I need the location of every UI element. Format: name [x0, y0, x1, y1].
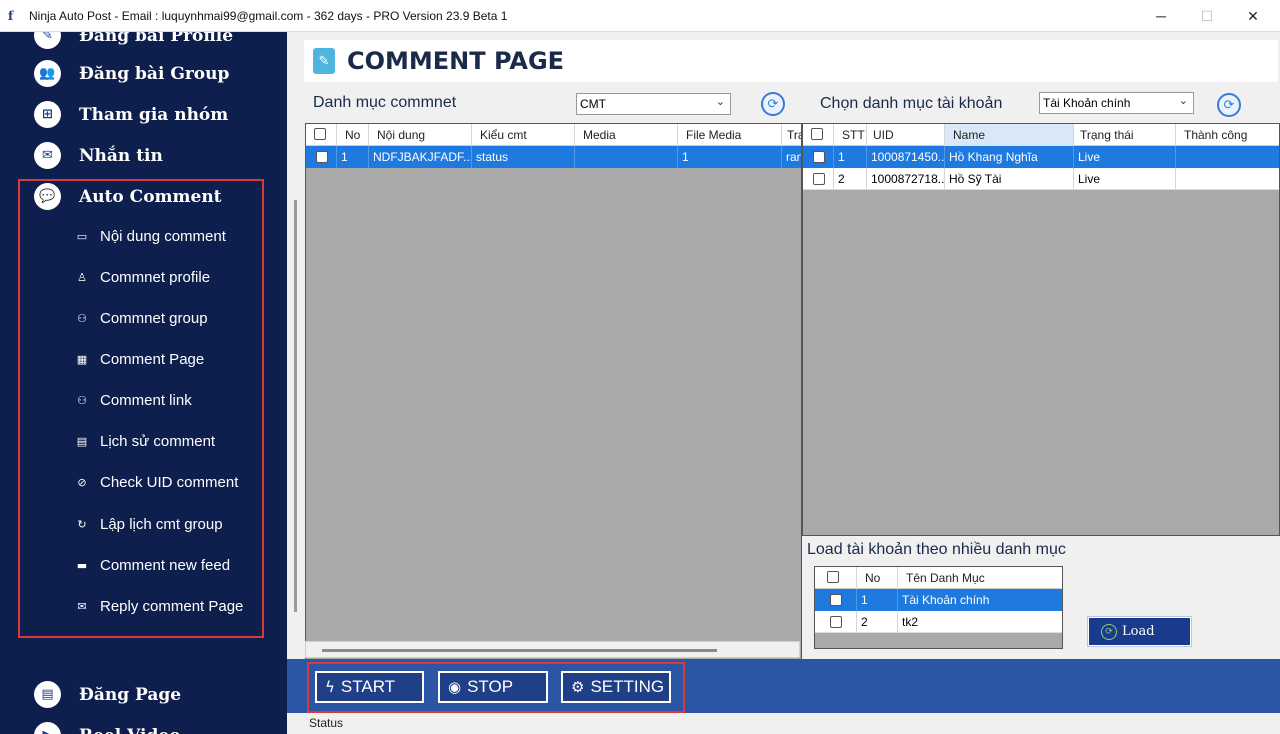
cell-uid: 1000872718...: [867, 168, 945, 190]
maximize-button[interactable]: ☐: [1184, 0, 1230, 32]
load-button-label: Load: [1122, 624, 1155, 639]
col-name[interactable]: Name: [945, 124, 1074, 146]
page-doc-icon: ▤: [34, 681, 61, 708]
table-header: No Tên Danh Mục: [815, 567, 1062, 589]
comment-table: No Nội dung Kiểu cmt Media File Media Tr…: [305, 123, 802, 659]
cell-name: Tài Khoản chính: [898, 589, 1062, 611]
sidebar-item-label: Nhắn tin: [79, 145, 163, 166]
horizontal-scrollbar[interactable]: [305, 641, 800, 658]
select-all-checkbox[interactable]: [811, 128, 823, 140]
cell-uid: 1000871450...: [867, 146, 945, 168]
col-ten-danh-muc[interactable]: Tên Danh Mục: [898, 567, 1062, 589]
account-table: STT UID Name Trạng thái Thành công 1 100…: [802, 123, 1280, 536]
sidebar-item-label: Đăng bài Profile: [79, 32, 234, 46]
account-category-select[interactable]: Tài Khoản chính ⌄: [1039, 92, 1194, 114]
cell-extra: rand: [782, 146, 801, 168]
col-noi-dung[interactable]: Nội dung: [369, 124, 472, 146]
sidebar-item-dang-page[interactable]: ▤ Đăng Page: [34, 681, 181, 708]
cell-file-media: 1: [678, 146, 782, 168]
status-bar: Status: [287, 713, 1280, 734]
account-category-value: Tài Khoản chính: [1043, 96, 1131, 110]
scroll-thumb[interactable]: [322, 649, 717, 652]
row-checkbox[interactable]: [813, 173, 825, 185]
row-checkbox[interactable]: [830, 594, 842, 606]
sidebar-item-label: Đăng bài Group: [79, 63, 230, 84]
col-file-media[interactable]: File Media: [678, 124, 782, 146]
page-header: ✎ COMMENT PAGE: [304, 40, 1278, 82]
col-no[interactable]: No: [857, 567, 898, 589]
sidebar-item-nhan-tin[interactable]: ✉ Nhắn tin: [34, 142, 163, 169]
refresh-comment-icon[interactable]: ⟳: [761, 92, 785, 116]
sidebar-item-dang-bai-profile[interactable]: ✎ Đăng bài Profile: [34, 32, 233, 49]
col-extra[interactable]: Tra: [782, 124, 801, 146]
cell-status: Live: [1074, 168, 1176, 190]
pen-icon: ✎: [34, 32, 61, 49]
join-group-icon: ⊞: [34, 101, 61, 128]
select-all-checkbox[interactable]: [827, 571, 839, 583]
sidebar-item-label: Tham gia nhóm: [79, 104, 229, 125]
table-row[interactable]: 2 1000872718... Hồ Sỹ Tài Live: [803, 168, 1279, 190]
load-icon: ⟳: [1101, 623, 1117, 640]
refresh-account-icon[interactable]: ⟳: [1217, 93, 1241, 117]
comment-category-value: CMT: [580, 97, 606, 111]
row-checkbox[interactable]: [813, 151, 825, 163]
col-kieu-cmt[interactable]: Kiểu cmt: [472, 124, 575, 146]
sidebar-item-dang-bai-group[interactable]: 👥 Đăng bài Group: [34, 60, 229, 87]
page-title: COMMENT PAGE: [347, 47, 565, 75]
edit-page-icon: ✎: [313, 48, 335, 74]
sidebar-item-label: Đăng Page: [79, 684, 182, 705]
cell-no: 2: [857, 611, 898, 633]
cell-success: [1176, 146, 1279, 168]
title-bar: f Ninja Auto Post - Email : luquynhmai99…: [0, 0, 1280, 32]
row-checkbox[interactable]: [316, 151, 328, 163]
table-row[interactable]: 1 NDFJBAKJFADF... status 1 rand: [306, 146, 801, 168]
col-uid[interactable]: UID: [867, 124, 945, 146]
comment-category-label: Danh mục commnet: [313, 94, 457, 111]
message-icon: ✉: [34, 142, 61, 169]
close-button[interactable]: ✕: [1230, 0, 1276, 32]
select-all-checkbox[interactable]: [314, 128, 326, 140]
minimize-button[interactable]: ─: [1138, 0, 1184, 32]
auto-comment-highlight: [18, 179, 264, 638]
chevron-down-icon: ⌄: [715, 95, 725, 108]
col-stt[interactable]: STT: [834, 124, 867, 146]
comment-category-select[interactable]: CMT ⌄: [576, 93, 731, 115]
cell-name: tk2: [898, 611, 1062, 633]
col-no[interactable]: No: [337, 124, 369, 146]
table-header: STT UID Name Trạng thái Thành công: [803, 124, 1279, 146]
cell-status: Live: [1074, 146, 1176, 168]
load-button[interactable]: ⟳ Load: [1087, 616, 1192, 647]
sidebar-item-label: Reel Video: [79, 726, 181, 734]
window-title: Ninja Auto Post - Email : luquynhmai99@g…: [29, 9, 508, 23]
chevron-down-icon: ⌄: [1178, 94, 1188, 107]
account-category-label: Chọn danh mục tài khoản: [820, 95, 1003, 112]
col-thanh-cong[interactable]: Thành công: [1176, 124, 1279, 146]
app-icon: f: [8, 9, 14, 23]
sidebar-item-tham-gia-nhom[interactable]: ⊞ Tham gia nhóm: [34, 101, 228, 128]
col-trang-thai[interactable]: Trạng thái: [1074, 124, 1176, 146]
cell-no: 1: [337, 146, 369, 168]
sidebar-scrollbar[interactable]: [294, 200, 297, 612]
cell-no: 1: [857, 589, 898, 611]
cell-type: status: [472, 146, 575, 168]
row-checkbox[interactable]: [830, 616, 842, 628]
cell-name: Hồ Khang Nghĩa: [945, 146, 1074, 168]
table-header: No Nội dung Kiểu cmt Media File Media Tr…: [306, 124, 801, 146]
cell-success: [1176, 168, 1279, 190]
cell-stt: 1: [834, 146, 867, 168]
cell-media: [575, 146, 678, 168]
sidebar-item-reel-video[interactable]: ▶ Reel Video: [34, 722, 181, 734]
cell-content: NDFJBAKJFADF...: [369, 146, 472, 168]
table-row[interactable]: 1 1000871450... Hồ Khang Nghĩa Live: [803, 146, 1279, 168]
col-media[interactable]: Media: [575, 124, 678, 146]
category-table: No Tên Danh Mục 1 Tài Khoản chính 2 tk2: [814, 566, 1063, 649]
group-icon: 👥: [34, 60, 61, 87]
cell-stt: 2: [834, 168, 867, 190]
multi-category-label: Load tài khoản theo nhiều danh mục: [807, 541, 1066, 558]
action-buttons-highlight: [307, 662, 685, 713]
cell-name: Hồ Sỹ Tài: [945, 168, 1074, 190]
video-icon: ▶: [34, 722, 61, 734]
table-row[interactable]: 1 Tài Khoản chính: [815, 589, 1062, 611]
table-row[interactable]: 2 tk2: [815, 611, 1062, 633]
